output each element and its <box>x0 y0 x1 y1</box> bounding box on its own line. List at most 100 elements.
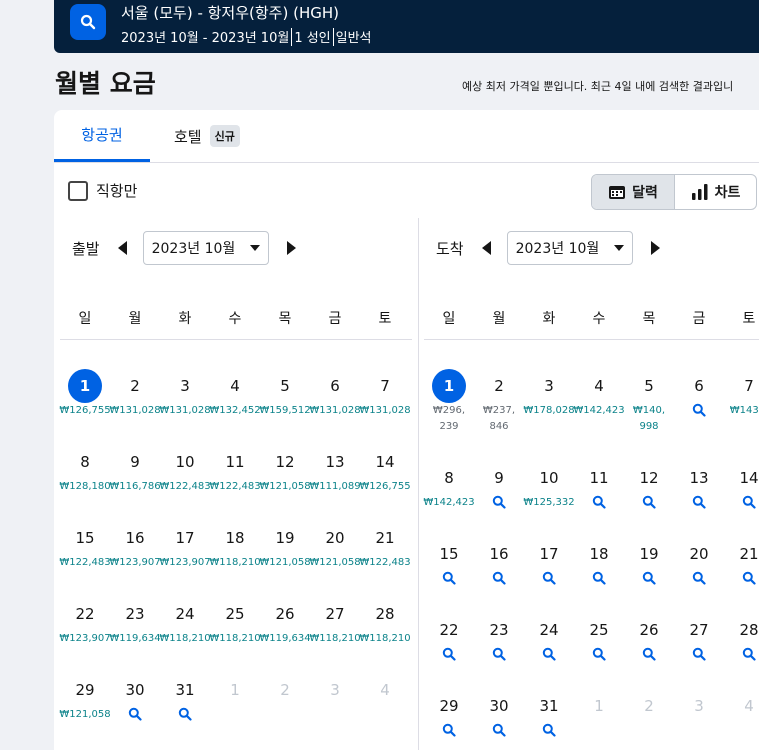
day-number: 6 <box>694 377 704 395</box>
search-price-button[interactable] <box>624 647 674 661</box>
calendar-day: 3 <box>310 673 360 707</box>
search-price-button[interactable] <box>574 495 624 509</box>
search-price-button[interactable] <box>574 647 624 661</box>
search-price-button[interactable] <box>574 571 624 585</box>
search-price-button[interactable] <box>160 707 210 721</box>
search-price-button[interactable] <box>624 495 674 509</box>
day-number: 1 <box>594 697 604 715</box>
calendar-day[interactable]: 22 <box>424 613 474 661</box>
weekday-label: 화 <box>178 311 192 327</box>
search-icon <box>442 571 456 585</box>
calendar-day[interactable]: 8 ₩142,423 <box>423 461 474 511</box>
departure-month-select[interactable]: 2023년 10월 <box>142 231 269 265</box>
weekday-divider <box>424 339 759 340</box>
calendar-day[interactable]: 5 ₩140, 998 <box>624 369 674 435</box>
prev-month-arrow-icon[interactable] <box>117 241 127 255</box>
calendar-day[interactable]: 26 <box>624 613 674 661</box>
search-icon <box>692 647 706 661</box>
search-price-button[interactable] <box>474 723 524 737</box>
calendar-day[interactable]: 11 <box>574 461 624 509</box>
search-price-button[interactable] <box>474 647 524 661</box>
calendar-day[interactable]: 18 <box>574 537 624 585</box>
search-price-button[interactable] <box>724 571 759 585</box>
calendar-view-label: 달력 <box>632 185 658 201</box>
day-number: 17 <box>175 529 195 547</box>
day-number: 31 <box>539 697 559 715</box>
search-icon <box>492 723 506 737</box>
calendar-day[interactable]: 30 <box>474 689 524 737</box>
calendar-day[interactable]: 31 <box>160 673 210 721</box>
tab-hotels[interactable]: 호텔 신규 <box>174 110 240 162</box>
day-number: 6 <box>330 377 340 395</box>
calendar-day[interactable]: 30 <box>110 673 160 721</box>
search-price-button[interactable] <box>674 495 724 509</box>
calendar-day[interactable]: 21 <box>724 537 759 585</box>
search-price-button[interactable] <box>674 647 724 661</box>
calendar-day[interactable]: 17 <box>524 537 574 585</box>
search-price-button[interactable] <box>724 647 759 661</box>
search-price-button[interactable] <box>424 647 474 661</box>
calendar-day[interactable]: 10 ₩125,332 <box>523 461 574 511</box>
search-price-button[interactable] <box>424 723 474 737</box>
search-price-button[interactable] <box>110 707 160 721</box>
calendar-day[interactable]: 15 <box>424 537 474 585</box>
next-month-arrow-icon[interactable] <box>286 241 296 255</box>
calendar-day[interactable]: 23 <box>474 613 524 661</box>
calendar-day[interactable]: 13 <box>674 461 724 509</box>
search-icon <box>692 403 706 417</box>
chart-view-button[interactable]: 차트 <box>675 175 756 209</box>
day-number: 26 <box>275 605 295 623</box>
price-calendar-card: 항공권 호텔 신규 직항만 달력 차트 출발 2023년 10월 일 월 화 수… <box>54 110 759 750</box>
tab-flights[interactable]: 항공권 <box>54 110 150 162</box>
day-number: 20 <box>689 545 709 563</box>
search-price-button[interactable] <box>524 571 574 585</box>
calendar-view-button[interactable]: 달력 <box>592 175 675 209</box>
calendar-day[interactable]: 16 <box>474 537 524 585</box>
next-month-arrow-icon[interactable] <box>650 241 660 255</box>
day-number: 5 <box>280 377 290 395</box>
calendar-day[interactable]: 7 ₩143,8 <box>724 369 759 419</box>
search-price-button[interactable] <box>474 571 524 585</box>
calendar-day[interactable]: 21 ₩122,483 <box>359 521 410 571</box>
calendar-day[interactable]: 19 <box>624 537 674 585</box>
calendar-day[interactable]: 28 <box>724 613 759 661</box>
calendar-day[interactable]: 20 <box>674 537 724 585</box>
prev-month-arrow-icon[interactable] <box>481 241 491 255</box>
calendar-day[interactable]: 31 <box>524 689 574 737</box>
return-month-select[interactable]: 2023년 10월 <box>506 231 633 265</box>
calendar-day[interactable]: 29 <box>424 689 474 737</box>
calendar-day[interactable]: 2 ₩237, 846 <box>474 369 524 435</box>
day-number: 19 <box>639 545 659 563</box>
day-number: 28 <box>375 605 395 623</box>
calendar-day[interactable]: 7 ₩131,028 <box>359 369 410 419</box>
calendar-day[interactable]: 14 ₩126,755 <box>359 445 410 495</box>
day-number: 14 <box>739 469 759 487</box>
day-number: 28 <box>739 621 759 639</box>
search-price-button[interactable] <box>674 571 724 585</box>
search-summary-bar[interactable]: 서울 (모두) - 항저우(항주) (HGH) 2023년 10월 - 2023… <box>54 0 759 53</box>
search-price-button[interactable] <box>524 647 574 661</box>
direct-only-checkbox[interactable] <box>68 180 88 201</box>
price-disclaimer: 예상 최저 가격일 뿐입니다. 최근 4일 내에 검색한 결과입니 <box>462 80 734 93</box>
calendar-day[interactable]: 25 <box>574 613 624 661</box>
calendar-day[interactable]: 14 <box>724 461 759 509</box>
calendar-day[interactable]: 27 <box>674 613 724 661</box>
search-price-button[interactable] <box>624 571 674 585</box>
day-number: 2 <box>280 681 290 699</box>
search-price-button[interactable] <box>424 571 474 585</box>
search-price-button[interactable] <box>724 495 759 509</box>
search-price-button[interactable] <box>524 723 574 737</box>
calendar-day[interactable]: 12 <box>624 461 674 509</box>
day-number: 1 <box>68 369 102 403</box>
calendar-day[interactable]: 29 ₩121,058 <box>59 673 110 723</box>
search-button[interactable] <box>70 4 106 40</box>
direct-only-filter[interactable]: 직항만 <box>68 180 137 201</box>
day-number: 24 <box>539 621 559 639</box>
weekday-label: 금 <box>328 311 342 327</box>
search-icon <box>178 707 192 721</box>
search-icon <box>128 707 142 721</box>
calendar-day[interactable]: 28 ₩118,210 <box>359 597 410 647</box>
day-number: 10 <box>175 453 195 471</box>
calendar-day[interactable]: 24 <box>524 613 574 661</box>
date-range: 2023년 10월 - 2023년 10월 <box>121 31 290 46</box>
